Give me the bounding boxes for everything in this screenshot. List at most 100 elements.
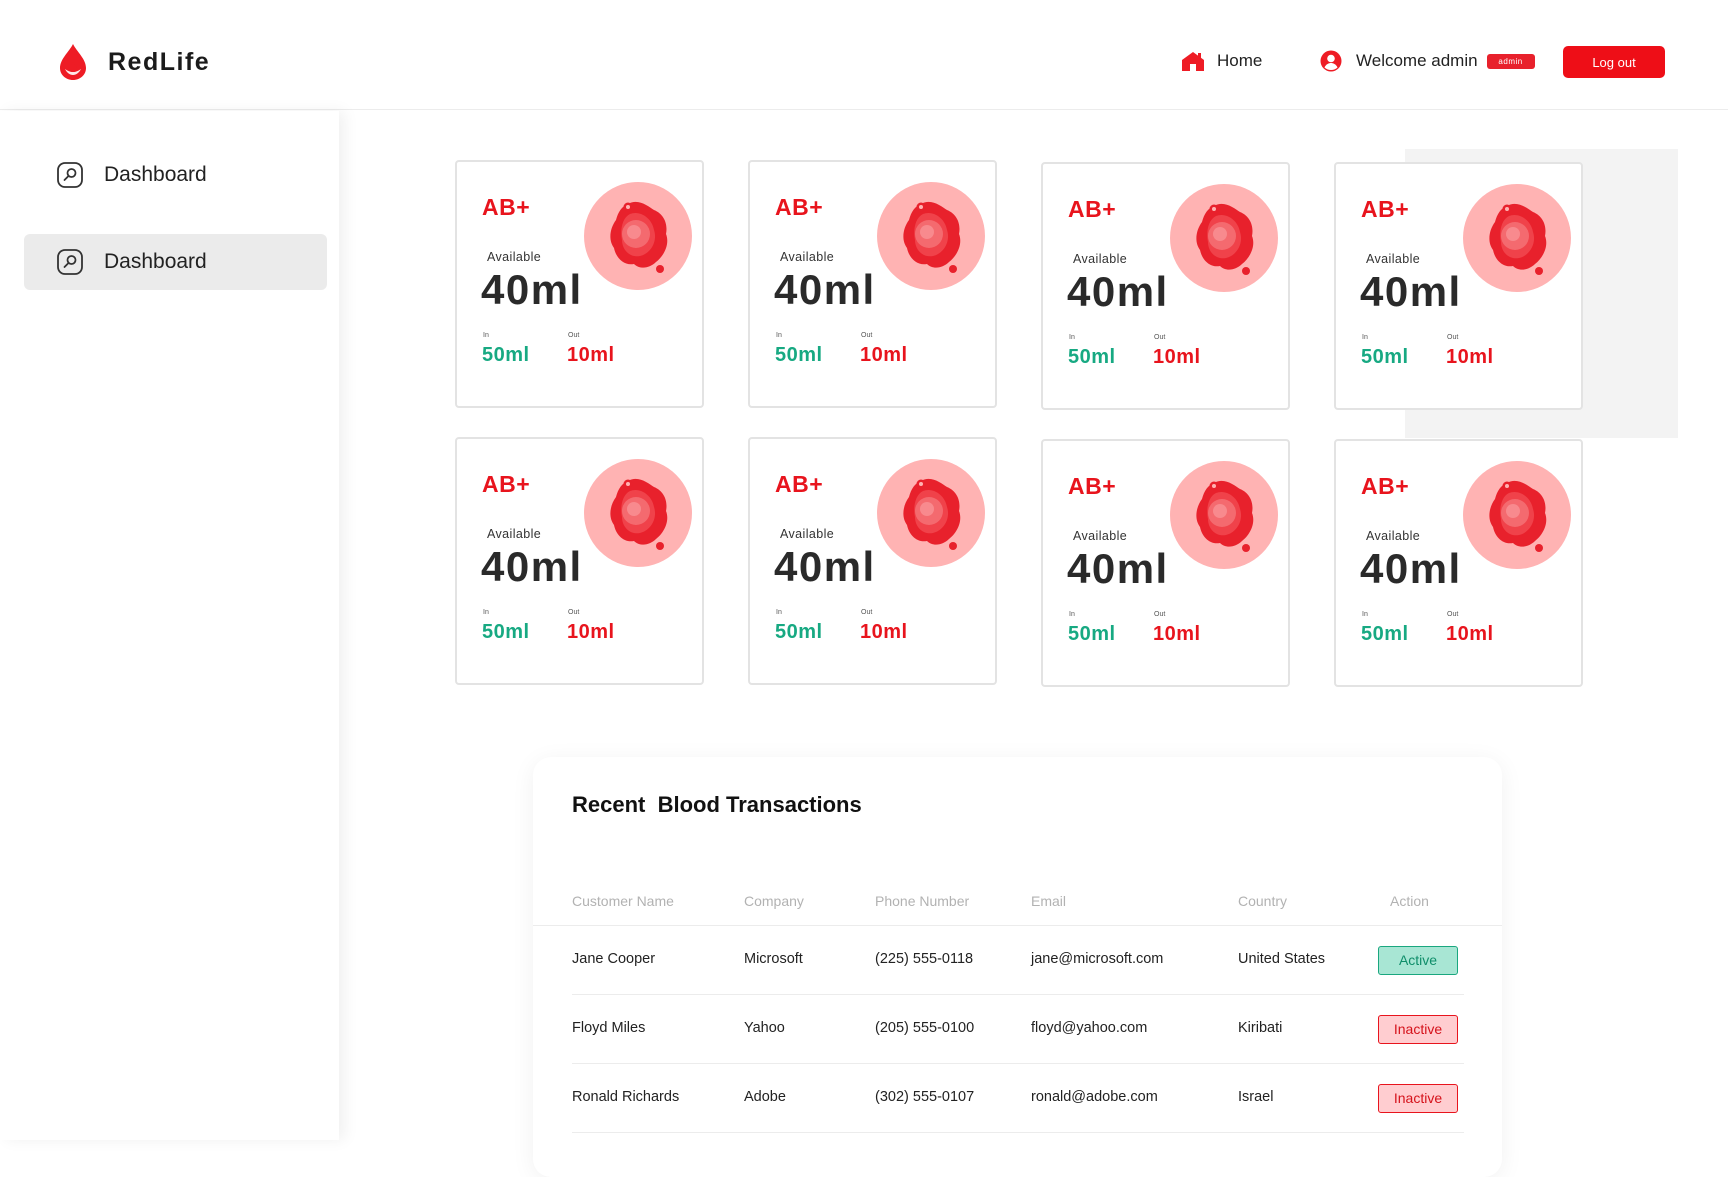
available-amount: 40ml bbox=[481, 266, 583, 313]
customer-name-cell: Jane Cooper bbox=[572, 951, 656, 967]
brand[interactable]: RedLife bbox=[56, 42, 210, 82]
available-label: Available bbox=[1073, 252, 1128, 266]
out-amount: 10ml bbox=[860, 344, 908, 366]
out-label: Out bbox=[1447, 334, 1459, 341]
blood-stock-card[interactable]: AB+ Available 40ml In Out 50ml 10ml bbox=[455, 160, 704, 408]
user-menu[interactable]: Welcome admin admin bbox=[1320, 50, 1535, 72]
in-amount: 50ml bbox=[482, 344, 530, 366]
blood-stock-card[interactable]: AB+ Available 40ml In Out 50ml 10ml bbox=[748, 160, 997, 408]
sidebar-item-dashboard[interactable]: Dashboard bbox=[24, 147, 327, 203]
table-row[interactable]: Ronald Richards Adobe (302) 555-0107 ron… bbox=[572, 1064, 1464, 1133]
blood-cell-icon bbox=[1170, 184, 1278, 292]
sidebar-item-dashboard-active[interactable]: Dashboard bbox=[24, 234, 327, 290]
blood-cell-icon bbox=[1463, 184, 1571, 292]
blood-cell-icon bbox=[1170, 461, 1278, 569]
available-label: Available bbox=[1073, 529, 1128, 543]
blood-type-label: AB+ bbox=[482, 471, 531, 497]
blood-stock-card[interactable]: AB+ Available 40ml In Out 50ml 10ml bbox=[1334, 162, 1583, 410]
available-amount: 40ml bbox=[774, 266, 876, 313]
available-label: Available bbox=[487, 250, 542, 264]
blood-stock-card[interactable]: AB+ Available 40ml In Out 50ml 10ml bbox=[455, 437, 704, 685]
out-amount: 10ml bbox=[1153, 623, 1201, 645]
blood-stock-card[interactable]: AB+ Available 40ml In Out 50ml 10ml bbox=[1041, 439, 1290, 687]
company-cell: Yahoo bbox=[744, 1020, 785, 1036]
available-label: Available bbox=[1366, 252, 1421, 266]
email-cell: jane@microsoft.com bbox=[1031, 951, 1164, 967]
panel-title: Recent Blood Transactions bbox=[572, 792, 862, 817]
country-cell: Kiribati bbox=[1238, 1020, 1283, 1036]
email-cell: ronald@adobe.com bbox=[1031, 1089, 1158, 1105]
in-amount: 50ml bbox=[1068, 623, 1116, 645]
blood-stock-card[interactable]: AB+ Available 40ml In Out 50ml 10ml bbox=[1041, 162, 1290, 410]
recent-transactions-panel: Recent Blood Transactions Customer Name … bbox=[533, 757, 1502, 1177]
sidebar: Dashboard Dashboard bbox=[0, 111, 339, 1140]
out-amount: 10ml bbox=[1446, 623, 1494, 645]
home-icon bbox=[1182, 52, 1204, 71]
column-header-customer: Customer Name bbox=[572, 893, 674, 909]
user-avatar-icon bbox=[1320, 50, 1342, 72]
blood-type-label: AB+ bbox=[1361, 473, 1410, 499]
status-badge[interactable]: Inactive bbox=[1378, 1015, 1458, 1044]
phone-cell: (302) 555-0107 bbox=[875, 1089, 975, 1105]
available-amount: 40ml bbox=[1067, 268, 1169, 315]
welcome-text: Welcome admin bbox=[1356, 51, 1478, 70]
blood-cell-icon bbox=[584, 459, 692, 567]
column-header-email: Email bbox=[1031, 893, 1067, 909]
available-amount: 40ml bbox=[1067, 545, 1169, 592]
country-cell: United States bbox=[1238, 951, 1326, 967]
in-amount: 50ml bbox=[1361, 623, 1409, 645]
blood-stock-card[interactable]: AB+ Available 40ml In Out 50ml 10ml bbox=[748, 437, 997, 685]
company-cell: Microsoft bbox=[744, 951, 803, 967]
phone-cell: (205) 555-0100 bbox=[875, 1020, 975, 1036]
available-amount: 40ml bbox=[481, 543, 583, 590]
out-amount: 10ml bbox=[567, 621, 615, 643]
available-amount: 40ml bbox=[774, 543, 876, 590]
blood-stock-card[interactable]: AB+ Available 40ml In Out 50ml 10ml bbox=[1334, 439, 1583, 687]
blood-type-label: AB+ bbox=[1068, 473, 1117, 499]
in-label: In bbox=[483, 609, 489, 616]
out-amount: 10ml bbox=[860, 621, 908, 643]
status-badge[interactable]: Active bbox=[1378, 946, 1458, 975]
out-amount: 10ml bbox=[1153, 346, 1201, 368]
customer-name-cell: Floyd Miles bbox=[572, 1020, 646, 1036]
out-amount: 10ml bbox=[1446, 346, 1494, 368]
in-amount: 50ml bbox=[775, 344, 823, 366]
brand-name: RedLife bbox=[108, 47, 211, 76]
out-label: Out bbox=[568, 609, 580, 616]
column-header-company: Company bbox=[744, 893, 804, 909]
in-label: In bbox=[776, 332, 782, 339]
in-label: In bbox=[1069, 611, 1075, 618]
nav-home-link[interactable]: Home bbox=[1181, 50, 1262, 72]
blood-cell-icon bbox=[584, 182, 692, 290]
customer-name-cell: Ronald Richards bbox=[572, 1089, 680, 1105]
blood-cell-icon bbox=[877, 459, 985, 567]
sidebar-item-label: Dashboard bbox=[104, 163, 207, 186]
column-header-country: Country bbox=[1238, 893, 1288, 909]
table-row[interactable]: Jane Cooper Microsoft (225) 555-0118 jan… bbox=[572, 926, 1464, 995]
logout-button[interactable]: Log out bbox=[1563, 46, 1665, 78]
table-row[interactable]: Floyd Miles Yahoo (205) 555-0100 floyd@y… bbox=[572, 995, 1464, 1064]
in-amount: 50ml bbox=[482, 621, 530, 643]
blood-cell-icon bbox=[1463, 461, 1571, 569]
available-amount: 40ml bbox=[1360, 545, 1462, 592]
country-cell: Israel bbox=[1238, 1089, 1274, 1105]
available-label: Available bbox=[780, 250, 835, 264]
out-label: Out bbox=[861, 609, 873, 616]
in-amount: 50ml bbox=[1068, 346, 1116, 368]
out-amount: 10ml bbox=[567, 344, 615, 366]
phone-cell: (225) 555-0118 bbox=[875, 951, 974, 967]
column-header-action: Action bbox=[1390, 893, 1429, 909]
in-label: In bbox=[1362, 611, 1368, 618]
company-cell: Adobe bbox=[744, 1089, 786, 1105]
in-label: In bbox=[776, 609, 782, 616]
out-label: Out bbox=[1447, 611, 1459, 618]
out-label: Out bbox=[861, 332, 873, 339]
blood-type-label: AB+ bbox=[482, 194, 531, 220]
dashboard-icon bbox=[57, 162, 83, 188]
status-badge[interactable]: Inactive bbox=[1378, 1084, 1458, 1113]
blood-cell-icon bbox=[877, 182, 985, 290]
nav-home-label: Home bbox=[1217, 51, 1263, 70]
in-label: In bbox=[1069, 334, 1075, 341]
email-cell: floyd@yahoo.com bbox=[1031, 1020, 1148, 1036]
out-label: Out bbox=[1154, 611, 1166, 618]
